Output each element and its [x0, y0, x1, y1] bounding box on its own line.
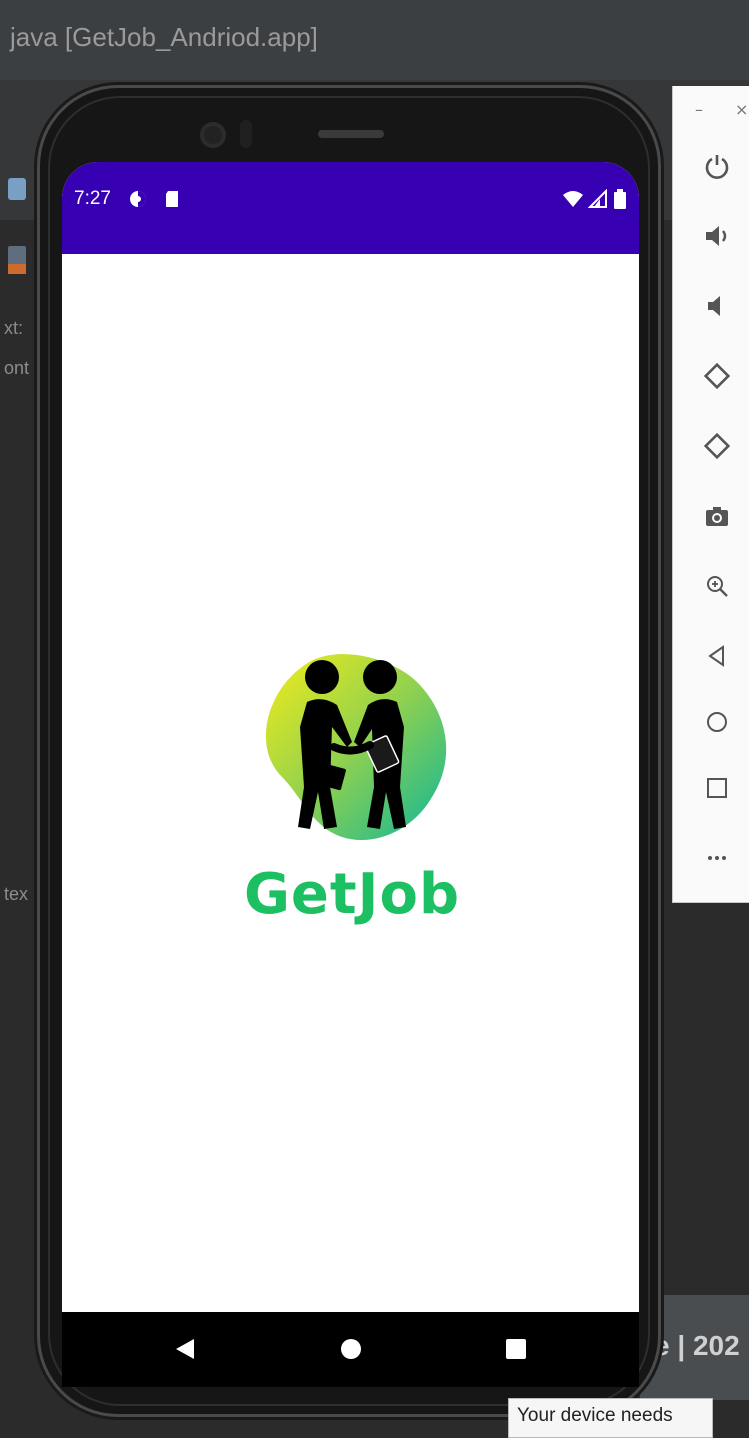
nav-back-icon[interactable] — [174, 1338, 196, 1364]
handshake-logo-icon — [252, 647, 452, 847]
rotate-right-icon[interactable] — [695, 424, 739, 468]
nav-recents-icon[interactable] — [505, 1338, 527, 1364]
earpiece-speaker — [318, 130, 384, 138]
power-icon[interactable] — [695, 144, 739, 188]
home-circle-icon[interactable] — [695, 700, 739, 744]
ide-run-config-icon[interactable] — [8, 246, 26, 274]
volume-up-icon[interactable] — [695, 214, 739, 258]
back-triangle-icon[interactable] — [695, 634, 739, 678]
device-frame: 7:27 GetJob — [40, 88, 658, 1414]
status-time: 7:27 — [74, 188, 111, 209]
ide-window-title: java [GetJob_Andriod.app] — [10, 22, 318, 52]
volume-down-icon[interactable] — [695, 284, 739, 328]
status-bar: 7:27 — [62, 162, 639, 254]
navigation-bar — [62, 1312, 639, 1387]
more-dots-icon[interactable] — [695, 836, 739, 880]
battery-icon — [614, 189, 626, 213]
proximity-sensor — [240, 120, 252, 148]
cell-signal-icon — [587, 188, 608, 213]
overview-square-icon[interactable] — [695, 766, 739, 810]
ide-title-bar: java [GetJob_Andriod.app] — [0, 0, 749, 80]
data-saver-icon — [128, 189, 148, 213]
device-tooltip: Your device needs — [508, 1398, 713, 1438]
rotate-left-icon[interactable] — [695, 354, 739, 398]
ide-editor-snippet: xt: — [4, 318, 24, 338]
ide-editor-snippet: tex — [4, 884, 29, 904]
nav-home-icon[interactable] — [340, 1338, 362, 1364]
sd-card-icon — [164, 189, 180, 213]
emulator-side-panel: – × — [672, 86, 749, 903]
wifi-icon — [562, 189, 584, 213]
ide-bottom-text: e | 202 — [654, 1330, 740, 1361]
app-brand-name: GetJob — [243, 862, 461, 927]
front-camera-icon — [200, 122, 226, 148]
ide-scroll-marker — [660, 410, 664, 490]
minimize-icon[interactable]: – — [695, 100, 703, 119]
close-icon[interactable]: × — [735, 100, 748, 119]
camera-icon[interactable] — [695, 494, 739, 538]
ide-editor-snippet: ont — [4, 358, 30, 378]
ide-toolbar-icon[interactable] — [8, 178, 26, 200]
zoom-in-icon[interactable] — [695, 564, 739, 608]
device-screen[interactable]: 7:27 GetJob — [62, 162, 639, 1387]
